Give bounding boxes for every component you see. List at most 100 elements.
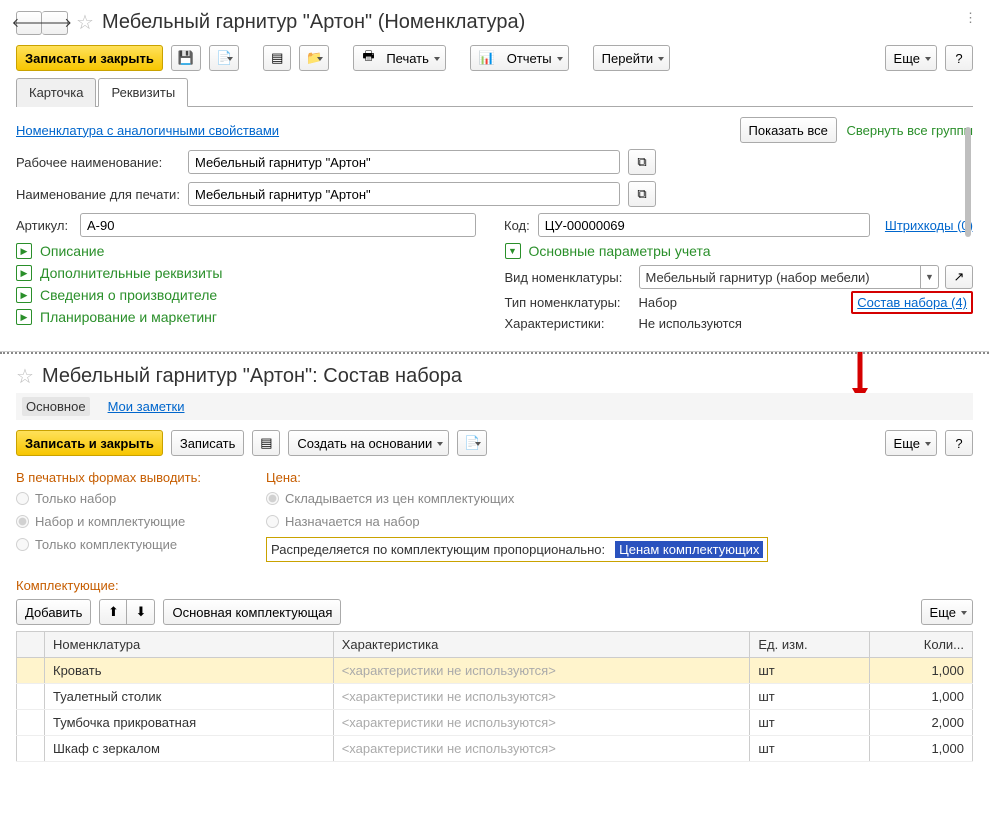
list-button[interactable]: ▤	[252, 430, 280, 456]
subnav: Основное Мои заметки	[16, 393, 973, 420]
set-contents-link[interactable]: Состав набора (4)	[851, 291, 973, 314]
cell-nomenclature: Кровать	[45, 658, 334, 684]
nomenclature-panel: ⋮ 🡐 🡒 ☆ Мебельный гарнитур "Артон" (Номе…	[0, 0, 989, 352]
nomenclature-type-select[interactable]: Мебельный гарнитур (набор мебели) ▼	[639, 265, 940, 289]
more-button[interactable]: Еще	[885, 45, 937, 71]
folder-dropdown-button[interactable]: 📁	[299, 45, 329, 71]
nomenclature-kind-label: Тип номенклатуры:	[505, 295, 633, 310]
expander-additional-req[interactable]: ▶Дополнительные реквизиты	[16, 265, 485, 281]
cell-characteristic: <характеристики не используются>	[333, 736, 750, 762]
expander-accounting[interactable]: ▼Основные параметры учета	[505, 243, 974, 259]
chevron-right-icon: ▶	[16, 265, 32, 281]
folder-icon: 📁	[306, 50, 322, 66]
table-row[interactable]: Тумбочка прикроватная<характеристики не …	[17, 710, 973, 736]
similar-items-link[interactable]: Номенклатура с аналогичными свойствами	[16, 123, 279, 138]
more-button[interactable]: Еще	[885, 430, 937, 456]
copy-name-button[interactable]: ⧉	[628, 149, 656, 175]
copy-icon: ⧉	[637, 186, 646, 202]
characteristics-label: Характеристики:	[505, 316, 633, 331]
expander-manufacturer[interactable]: ▶Сведения о производителе	[16, 287, 485, 303]
favorite-star-icon[interactable]: ☆	[16, 364, 34, 389]
subnav-notes[interactable]: Мои заметки	[104, 397, 189, 416]
cell-nomenclature: Шкаф с зеркалом	[45, 736, 334, 762]
floppy-icon: 💾	[178, 50, 194, 66]
scrollbar[interactable]	[963, 127, 973, 337]
cell-qty: 2,000	[869, 710, 972, 736]
chart-icon: 📊	[479, 50, 495, 66]
tabs: Карточка Реквизиты	[16, 77, 973, 107]
copy-icon: ⧉	[637, 154, 646, 170]
goto-button[interactable]: Перейти	[593, 45, 671, 71]
create-based-button[interactable]: Создать на основании	[288, 430, 449, 456]
cell-qty: 1,000	[869, 658, 972, 684]
col-characteristic[interactable]: Характеристика	[333, 632, 750, 658]
set-contents-panel: ☆ Мебельный гарнитур "Артон": Состав наб…	[0, 354, 989, 772]
print-name-input[interactable]	[188, 182, 620, 206]
nomenclature-type-label: Вид номенклатуры:	[505, 270, 633, 285]
nav-forward-button[interactable]: 🡒	[42, 11, 68, 35]
table-row[interactable]: Туалетный столик<характеристики не испол…	[17, 684, 973, 710]
folder-arrow-icon: 📄	[464, 435, 480, 451]
radio-only-set: Только набор	[16, 491, 226, 506]
table-row[interactable]: Кровать<характеристики не используются>ш…	[17, 658, 973, 684]
radio-price-sum: Складывается из цен комплектующих	[266, 491, 973, 506]
move-up-button[interactable]: ⬆	[99, 599, 127, 625]
price-header: Цена:	[266, 470, 973, 485]
cell-unit: шт	[750, 658, 869, 684]
col-unit[interactable]: Ед. изм.	[750, 632, 869, 658]
code-label: Код:	[504, 218, 530, 233]
work-name-label: Рабочее наименование:	[16, 155, 180, 170]
panel-menu-icon[interactable]: ⋮	[964, 10, 977, 26]
components-more-button[interactable]: Еще	[921, 599, 973, 625]
chevron-down-icon: ▼	[505, 243, 521, 259]
tab-details[interactable]: Реквизиты	[98, 78, 188, 107]
cell-characteristic: <характеристики не используются>	[333, 684, 750, 710]
col-qty[interactable]: Коли...	[869, 632, 972, 658]
add-component-button[interactable]: Добавить	[16, 599, 91, 625]
col-nomenclature[interactable]: Номенклатура	[45, 632, 334, 658]
reports-button[interactable]: 📊 Отчеты	[470, 45, 569, 71]
copy-print-name-button[interactable]: ⧉	[628, 181, 656, 207]
distribution-field[interactable]: Распределяется по комплектующим пропорци…	[266, 537, 768, 562]
list-button[interactable]: ▤	[263, 45, 291, 71]
save-and-close-button[interactable]: Записать и закрыть	[16, 430, 163, 456]
table-row[interactable]: Шкаф с зеркалом<характеристики не исполь…	[17, 736, 973, 762]
article-label: Артикул:	[16, 218, 72, 233]
work-name-input[interactable]	[188, 150, 620, 174]
printer-icon: 🖶	[362, 47, 374, 69]
article-input[interactable]	[80, 213, 476, 237]
show-all-button[interactable]: Показать все	[740, 117, 837, 143]
main-component-button[interactable]: Основная комплектующая	[163, 599, 341, 625]
print-button[interactable]: 🖶 Печать	[353, 45, 446, 71]
panel2-toolbar: Записать и закрыть Записать ▤ Создать на…	[16, 430, 973, 456]
page-title: Мебельный гарнитур "Артон": Состав набор…	[42, 365, 462, 388]
collapse-all-link[interactable]: Свернуть все группы	[847, 123, 973, 138]
chevron-down-icon[interactable]: ▼	[920, 266, 938, 288]
tab-card[interactable]: Карточка	[16, 78, 96, 107]
cell-unit: шт	[750, 736, 869, 762]
help-button[interactable]: ?	[945, 430, 973, 456]
move-down-button[interactable]: ⬇	[127, 599, 155, 625]
files-dropdown-button[interactable]: 📄	[457, 430, 487, 456]
expander-planning[interactable]: ▶Планирование и маркетинг	[16, 309, 485, 325]
cell-nomenclature: Тумбочка прикроватная	[45, 710, 334, 736]
table-header-row: Номенклатура Характеристика Ед. изм. Кол…	[17, 632, 973, 658]
main-toolbar: Записать и закрыть 💾 📄 ▤ 📁 🖶 Печать 📊 От…	[16, 45, 973, 71]
characteristics-value: Не используются	[639, 316, 742, 331]
barcodes-link[interactable]: Штрихкоды (0)	[885, 218, 973, 233]
radio-only-parts: Только комплектующие	[16, 537, 226, 552]
cell-qty: 1,000	[869, 684, 972, 710]
help-button[interactable]: ?	[945, 45, 973, 71]
chevron-right-icon: ▶	[16, 243, 32, 259]
chevron-right-icon: ▶	[16, 309, 32, 325]
favorite-star-icon[interactable]: ☆	[76, 10, 94, 35]
cell-qty: 1,000	[869, 736, 972, 762]
files-dropdown-button[interactable]: 📄	[209, 45, 239, 71]
save-and-close-button[interactable]: Записать и закрыть	[16, 45, 163, 71]
arrow-down-icon: ⬇	[136, 604, 147, 620]
save-button[interactable]: Записать	[171, 430, 245, 456]
subnav-main[interactable]: Основное	[22, 397, 90, 416]
save-button[interactable]: 💾	[171, 45, 201, 71]
expander-description[interactable]: ▶Описание	[16, 243, 485, 259]
code-input[interactable]	[538, 213, 870, 237]
